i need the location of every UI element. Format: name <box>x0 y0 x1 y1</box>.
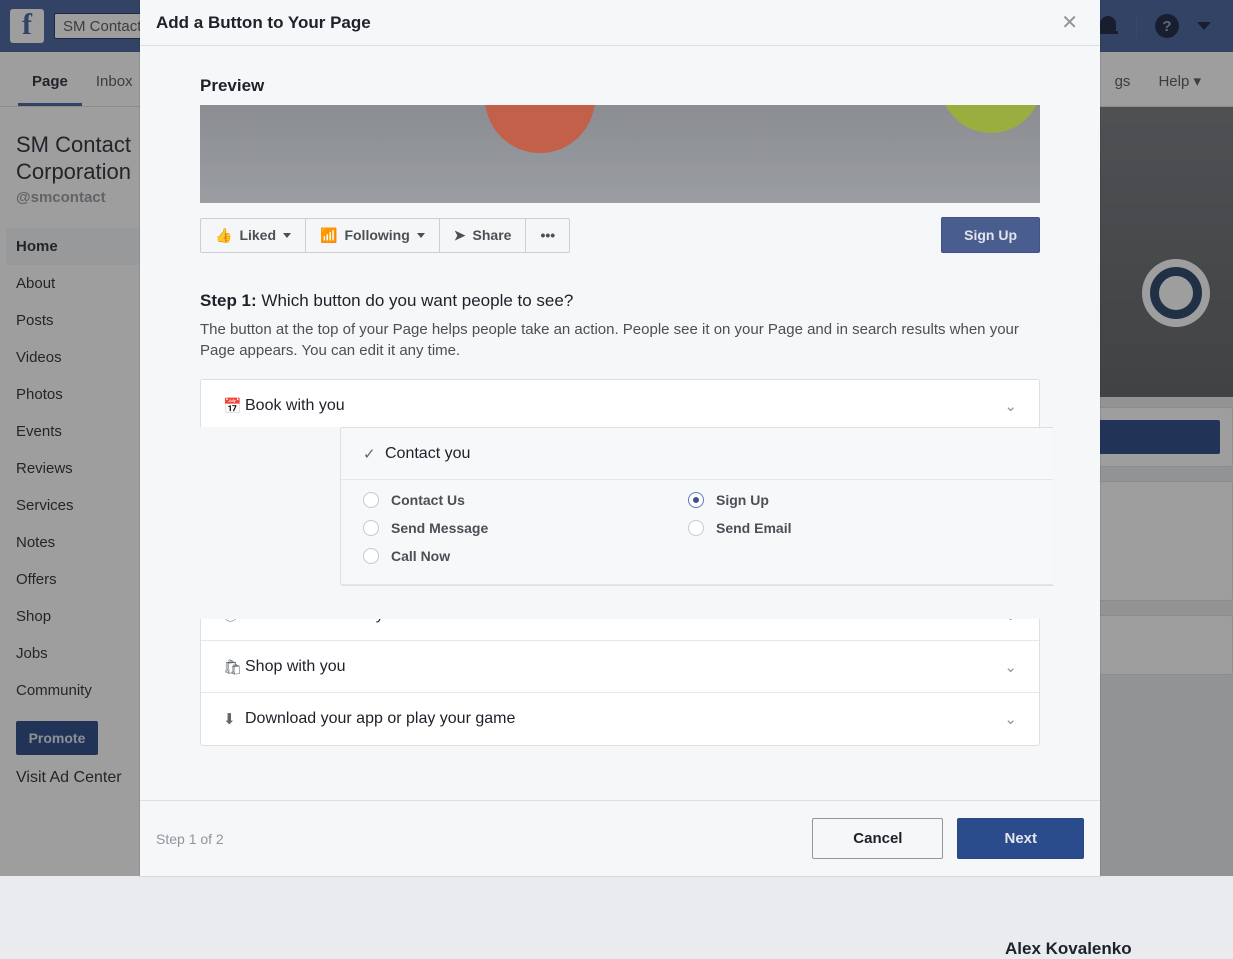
chevron-down-icon <box>417 233 425 238</box>
preview-cover-text: 2020 SM IMAGING <box>530 105 684 109</box>
calendar-icon: 📅 <box>223 397 245 415</box>
step-title: Step 1: Which button do you want people … <box>200 291 1040 311</box>
preview-decor-circle-left <box>485 105 595 153</box>
chevron-down-icon <box>283 233 291 238</box>
chevron-down-icon[interactable]: ⌄ <box>1004 710 1017 728</box>
add-button-modal: Add a Button to Your Page ✕ Preview 2020… <box>140 0 1100 876</box>
modal-body: Preview 2020 SM IMAGING 👍 Liked 📶 Follow… <box>140 46 1100 800</box>
radio-label: Call Now <box>251 552 310 568</box>
download-icon: ⬇ <box>223 710 245 728</box>
preview-action-bar: 👍 Liked 📶 Following ➤ Share ••• Sign Up <box>200 217 1040 253</box>
user-name-label: Alex Kovalenko <box>1005 939 1132 959</box>
preview-button-group: 👍 Liked 📶 Following ➤ Share ••• <box>200 218 570 253</box>
close-icon[interactable]: ✕ <box>1055 9 1084 37</box>
accordion-row-learn-more[interactable]: ⓘ Learn more about your business ⌄ <box>201 589 1039 641</box>
radio-icon <box>223 496 239 512</box>
checkmark-icon: ✓ <box>223 449 245 467</box>
accordion-label: Contact you <box>245 449 330 467</box>
radio-label: Sign Up <box>576 496 629 512</box>
preview-share-button[interactable]: ➤ Share <box>440 219 527 252</box>
step-counter: Step 1 of 2 <box>156 831 224 847</box>
step-question-label: Which button do you want people to see? <box>261 291 573 310</box>
radio-option-contact-us[interactable]: Contact Us <box>223 496 548 512</box>
radio-option-send-email[interactable]: Send Email <box>548 524 1017 540</box>
radio-icon <box>223 524 239 540</box>
cancel-button[interactable]: Cancel <box>812 818 943 859</box>
preview-following-label: Following <box>344 227 409 243</box>
accordion-label: Download your app or play your game <box>245 710 515 728</box>
chevron-down-icon[interactable]: ⌄ <box>1004 397 1017 415</box>
radio-grid-spacer <box>548 552 1017 568</box>
radio-label: Send Email <box>576 524 651 540</box>
accordion-row-book-with-you[interactable]: 📅 Book with you ⌄ <box>201 380 1039 432</box>
accordion-row-shop-with-you[interactable]: 🛍 Shop with you ⌄ <box>201 641 1039 693</box>
radio-label: Send Message <box>251 524 348 540</box>
chevron-down-icon[interactable]: ⌄ <box>1004 658 1017 676</box>
accordion-row-download-app[interactable]: ⬇ Download your app or play your game ⌄ <box>201 693 1039 745</box>
button-type-radio-group: Contact Us Send Message Call Now Sign Up <box>223 496 1017 568</box>
accordion-label: Book with you <box>245 397 345 415</box>
accordion-label: Shop with you <box>245 658 346 676</box>
preview-liked-label: Liked <box>239 227 276 243</box>
radio-icon-selected <box>548 496 564 512</box>
preview-cta-button[interactable]: Sign Up <box>941 217 1040 253</box>
contact-you-options-panel: Contact Us Send Message Call Now Sign Up <box>201 484 1039 589</box>
modal-title: Add a Button to Your Page <box>156 13 371 33</box>
rss-icon: 📶 <box>320 227 337 244</box>
button-category-accordion: 📅 Book with you ⌄ ✓ Contact you ⌃ Contac… <box>200 379 1040 746</box>
radio-icon <box>548 524 564 540</box>
footer-button-group: Cancel Next <box>812 818 1084 859</box>
chevron-down-icon[interactable]: ⌄ <box>1004 606 1017 624</box>
preview-following-button[interactable]: 📶 Following <box>306 219 440 252</box>
preview-label: Preview <box>200 76 1040 96</box>
shopping-bag-icon: 🛍 <box>223 658 245 676</box>
next-button[interactable]: Next <box>957 818 1084 859</box>
modal-footer: Step 1 of 2 Cancel Next <box>140 800 1100 876</box>
accordion-row-contact-you[interactable]: ✓ Contact you ⌃ <box>201 432 1039 484</box>
chevron-up-icon[interactable]: ⌃ <box>1004 449 1017 467</box>
step-number-label: Step 1: <box>200 291 257 310</box>
info-icon: ⓘ <box>223 604 245 625</box>
more-options-icon[interactable]: ••• <box>526 219 569 252</box>
modal-header: Add a Button to Your Page ✕ <box>140 0 1100 46</box>
radio-option-sign-up[interactable]: Sign Up <box>548 496 1017 512</box>
radio-option-send-message[interactable]: Send Message <box>223 524 548 540</box>
preview-decor-circle-right <box>940 105 1040 133</box>
share-arrow-icon: ➤ <box>454 227 466 244</box>
radio-icon <box>223 552 239 568</box>
thumbs-up-icon: 👍 <box>215 227 232 244</box>
radio-option-call-now[interactable]: Call Now <box>223 552 548 568</box>
preview-cover-photo: 2020 SM IMAGING <box>200 105 1040 203</box>
preview-share-label: Share <box>473 227 512 243</box>
step-description: The button at the top of your Page helps… <box>200 319 1040 361</box>
radio-label: Contact Us <box>251 496 325 512</box>
accordion-label: Learn more about your business <box>245 606 474 624</box>
preview-liked-button[interactable]: 👍 Liked <box>201 219 306 252</box>
